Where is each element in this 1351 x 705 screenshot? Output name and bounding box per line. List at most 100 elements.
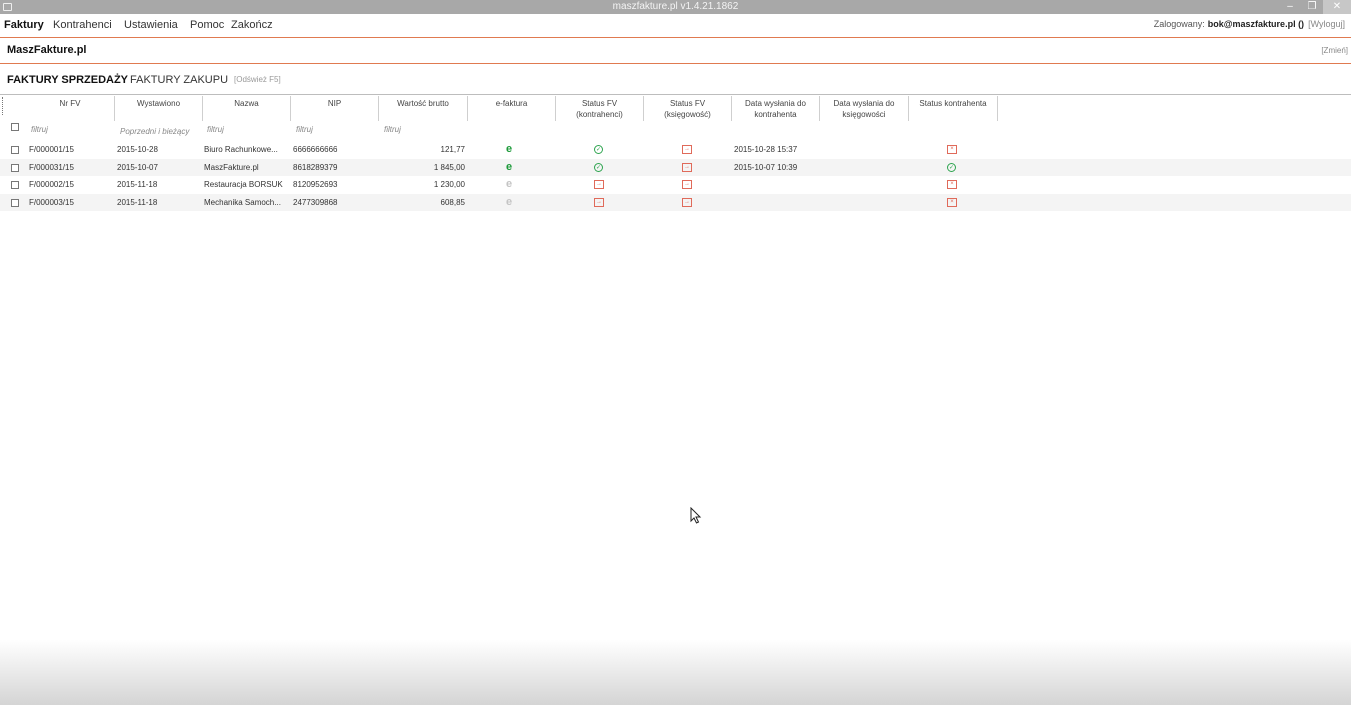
cell-nip: 6666666666: [293, 145, 338, 154]
grid-top-border: [0, 94, 1351, 95]
tab-sales-invoices[interactable]: FAKTURY SPRZEDAŻY: [7, 74, 128, 86]
cell-nazwa: Mechanika Samoch...: [204, 198, 281, 207]
filter-wartosc[interactable]: filtruj: [384, 125, 401, 134]
e-faktura-icon[interactable]: e: [506, 144, 512, 155]
menu-divider: [0, 37, 1351, 38]
cell-nr-fv: F/000002/15: [29, 180, 74, 189]
bottom-shade: [0, 640, 1351, 705]
status-kontrahenta-x-icon[interactable]: ×: [947, 198, 957, 207]
column-label: Wystawiono: [136, 99, 181, 108]
column-label: Data wysłania do: [833, 99, 895, 108]
column-resize-handle[interactable]: [2, 97, 5, 115]
column-wartosc-brutto[interactable]: Wartość brutto: [379, 96, 468, 121]
cell-nip: 8618289379: [293, 163, 338, 172]
e-faktura-icon[interactable]: e: [506, 179, 512, 190]
row-checkbox[interactable]: [11, 181, 19, 189]
column-status-fv-kontrahenci[interactable]: Status FV (kontrahenci): [556, 96, 644, 121]
e-faktura-icon[interactable]: e: [506, 162, 512, 173]
cell-wystawiono: 2015-11-18: [117, 198, 158, 207]
cell-wartosc-brutto: 121,77: [440, 145, 465, 154]
menu-ustawienia[interactable]: Ustawienia: [124, 19, 178, 31]
status-kontrahenta-x-icon[interactable]: ×: [947, 145, 957, 154]
column-label: Status kontrahenta: [919, 99, 987, 108]
row-checkbox[interactable]: [11, 199, 19, 207]
cell-data-wyslania-kontrahenta: 2015-10-28 15:37: [734, 145, 798, 154]
cell-wartosc-brutto: 1 230,00: [433, 180, 465, 189]
column-nr-fv[interactable]: Nr FV: [26, 96, 115, 121]
cell-wartosc-brutto: 1 845,00: [433, 163, 465, 172]
cell-data-wyslania-kontrahenta: 2015-10-07 10:39: [734, 163, 798, 172]
column-nazwa[interactable]: Nazwa: [203, 96, 291, 121]
cell-nip: 8120952693: [293, 180, 338, 189]
status-fv-ksiegowosc-send-icon[interactable]: →: [682, 198, 692, 207]
column-label: Data wysłania do: [745, 99, 806, 108]
column-label-2: (księgowość): [664, 110, 711, 119]
cell-nr-fv: F/000003/15: [29, 198, 74, 207]
table-row[interactable]: F/000003/15 2015-11-18 Mechanika Samoch...…: [0, 194, 1351, 211]
menu-faktury[interactable]: Faktury: [4, 19, 44, 31]
column-label: e-faktura: [495, 99, 528, 108]
tab-purchase-invoices[interactable]: FAKTURY ZAKUPU: [130, 74, 228, 86]
status-fv-ksiegowosc-send-icon[interactable]: →: [682, 145, 692, 154]
cell-nazwa: MaszFakture.pl: [204, 163, 259, 172]
column-label: Status FV: [581, 99, 618, 108]
login-info: Zalogowany: bok@maszfakture.pl () [Wyloguj…: [1154, 19, 1345, 29]
column-e-faktura[interactable]: e-faktura: [468, 96, 556, 121]
filter-nip[interactable]: filtruj: [296, 125, 313, 134]
column-label-2: (kontrahenci): [576, 110, 623, 119]
status-fv-kontrahenci-send-icon[interactable]: →: [594, 198, 604, 207]
cell-wartosc-brutto: 608,85: [440, 198, 465, 207]
menu-pomoc[interactable]: Pomoc: [190, 19, 224, 31]
minimize-button[interactable]: –: [1279, 0, 1301, 14]
column-label-2: księgowości: [842, 110, 886, 119]
status-kontrahenta-x-icon[interactable]: ×: [947, 180, 957, 189]
window-title: maszfakture.pl v1.4.21.1862: [612, 1, 739, 12]
row-checkbox[interactable]: [11, 164, 19, 172]
column-data-wyslania-ksiegowosci[interactable]: Data wysłania do księgowości: [820, 96, 909, 121]
user-email: bok@maszfakture.pl (): [1207, 19, 1305, 29]
cell-nazwa: Restauracja BORSUK: [204, 180, 283, 189]
column-label: Nazwa: [234, 99, 259, 108]
company-name: MaszFakture.pl: [7, 44, 87, 56]
table-row[interactable]: F/000031/15 2015-10-07 MaszFakture.pl 86182…: [0, 159, 1351, 176]
status-fv-kontrahenci-ok-icon[interactable]: ✓: [594, 145, 603, 154]
menu-bar: Faktury Kontrahenci Ustawienia Pomoc Zak…: [0, 14, 1351, 37]
status-fv-kontrahenci-send-icon[interactable]: →: [594, 180, 604, 189]
cell-nip: 2477309868: [293, 198, 338, 207]
column-status-fv-ksiegowosc[interactable]: Status FV (księgowość): [644, 96, 732, 121]
column-status-kontrahenta[interactable]: Status kontrahenta: [909, 96, 998, 121]
refresh-link[interactable]: [Odśwież F5]: [234, 75, 281, 84]
menu-zakoncz[interactable]: Zakończ: [231, 19, 273, 31]
cell-nazwa: Biuro Rachunkowe...: [204, 145, 278, 154]
cell-wystawiono: 2015-10-28: [117, 145, 158, 154]
select-all-checkbox[interactable]: [11, 123, 19, 131]
close-button[interactable]: ✕: [1323, 0, 1351, 14]
column-wystawiono[interactable]: Wystawiono: [115, 96, 203, 121]
table-row[interactable]: F/000001/15 2015-10-28 Biuro Rachunkowe...…: [0, 141, 1351, 158]
title-bar: maszfakture.pl v1.4.21.1862 – ❐ ✕: [0, 0, 1351, 14]
filter-nr-fv[interactable]: filtruj: [31, 125, 48, 134]
e-faktura-icon[interactable]: e: [506, 197, 512, 208]
status-fv-ksiegowosc-send-icon[interactable]: →: [682, 163, 692, 172]
logout-link[interactable]: [Wyloguj]: [1308, 19, 1345, 29]
menu-kontrahenci[interactable]: Kontrahenci: [53, 19, 112, 31]
cell-nr-fv: F/000001/15: [29, 145, 74, 154]
cell-wystawiono: 2015-10-07: [117, 163, 158, 172]
cell-nr-fv: F/000031/15: [29, 163, 74, 172]
status-kontrahenta-ok-icon[interactable]: ✓: [947, 163, 956, 172]
mouse-cursor-icon: [690, 507, 702, 524]
change-company-link[interactable]: [Zmień]: [1321, 46, 1348, 55]
filter-nazwa[interactable]: filtruj: [207, 125, 224, 134]
column-data-wyslania-kontrahenta[interactable]: Data wysłania do kontrahenta: [732, 96, 820, 121]
column-nip[interactable]: NIP: [291, 96, 379, 121]
filter-wystawiono[interactable]: Poprzedni i bieżący: [120, 127, 189, 136]
column-label: NIP: [327, 99, 342, 108]
column-label-2: kontrahenta: [754, 110, 797, 119]
row-checkbox[interactable]: [11, 146, 19, 154]
company-divider: [0, 63, 1351, 64]
status-fv-ksiegowosc-send-icon[interactable]: →: [682, 180, 692, 189]
maximize-button[interactable]: ❐: [1301, 0, 1323, 14]
status-fv-kontrahenci-ok-icon[interactable]: ✓: [594, 163, 603, 172]
table-row[interactable]: F/000002/15 2015-11-18 Restauracja BORSUK 8…: [0, 176, 1351, 193]
cell-wystawiono: 2015-11-18: [117, 180, 158, 189]
